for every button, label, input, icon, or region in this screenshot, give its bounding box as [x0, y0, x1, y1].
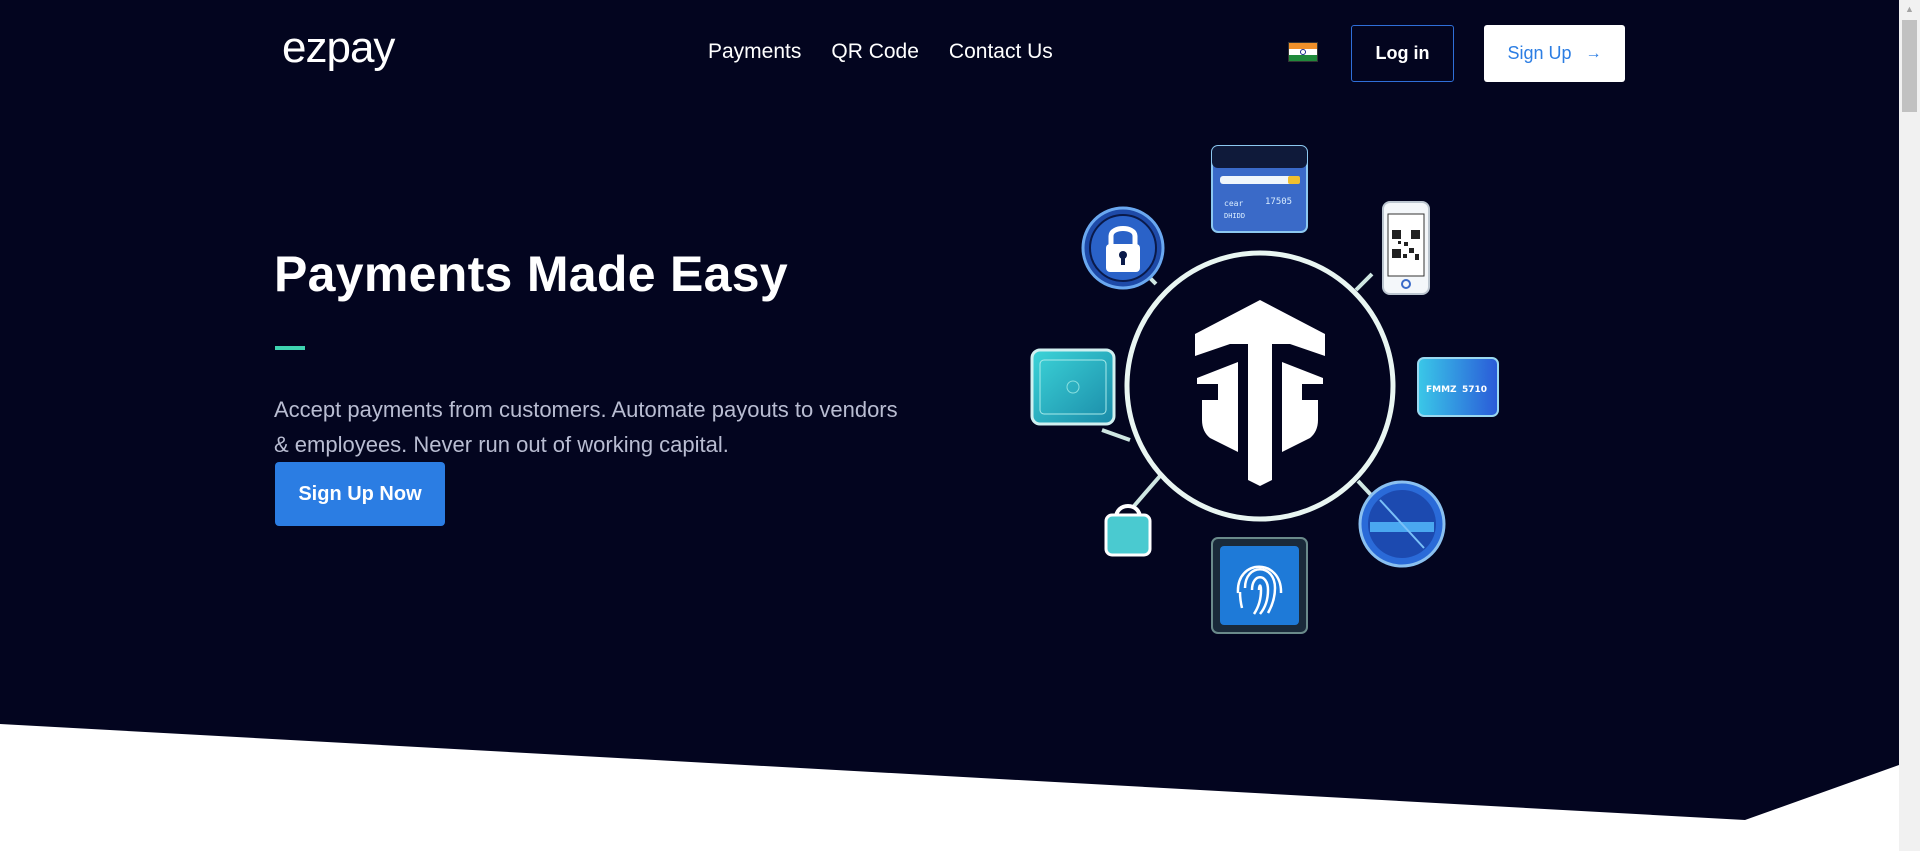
scroll-up-icon[interactable]: ▲	[1899, 0, 1920, 17]
payment-card-icon: FMMZ 5710	[1417, 357, 1499, 417]
phone-qr-code-icon	[1382, 201, 1430, 295]
logo-text: ezpay	[282, 24, 395, 72]
card-text-5: 5710	[1462, 385, 1487, 395]
card-text-2: 17505	[1265, 197, 1292, 207]
credit-card-icon: cear 17505 DHIDD	[1211, 145, 1308, 233]
card-text-4: FMMZ	[1426, 385, 1457, 395]
india-flag-icon[interactable]	[1288, 42, 1318, 62]
hero-description: Accept payments from customers. Automate…	[274, 397, 898, 457]
payments-illustration: cear 17505 DHIDD FMMZ 5710	[1030, 145, 1499, 634]
card-text-3: DHIDD	[1224, 212, 1245, 220]
card-text-1: cear	[1224, 199, 1243, 208]
shopping-bag-icon	[1104, 504, 1152, 557]
top-navigation: ezpay Payments QR Code Contact Us Log in…	[0, 0, 1899, 106]
page: ezpay Payments QR Code Contact Us Log in…	[0, 0, 1899, 851]
arrow-right-icon: →	[1585, 44, 1602, 62]
nav-link-qr-code[interactable]: QR Code	[831, 40, 919, 64]
scrollbar-thumb[interactable]	[1902, 20, 1917, 112]
page-scrollbar[interactable]: ▲	[1899, 0, 1920, 851]
padlock-icon	[1081, 206, 1165, 290]
nav-links: Payments QR Code Contact Us	[708, 40, 1053, 64]
hero-title: Payments Made Easy	[274, 246, 788, 302]
globe-card-icon	[1358, 480, 1446, 568]
nav-link-contact-us[interactable]: Contact Us	[949, 40, 1053, 64]
fingerprint-icon	[1211, 537, 1308, 634]
wallet-card-icon	[1030, 348, 1116, 426]
signup-now-button[interactable]: Sign Up Now	[275, 462, 445, 526]
nav-link-payments[interactable]: Payments	[708, 40, 801, 64]
ezpay-logo[interactable]: ezpay	[282, 24, 422, 76]
login-button[interactable]: Log in	[1351, 25, 1454, 82]
signup-button-label: Sign Up	[1507, 43, 1572, 63]
signup-button[interactable]: Sign Up →	[1484, 25, 1625, 82]
hero-divider	[275, 346, 305, 350]
